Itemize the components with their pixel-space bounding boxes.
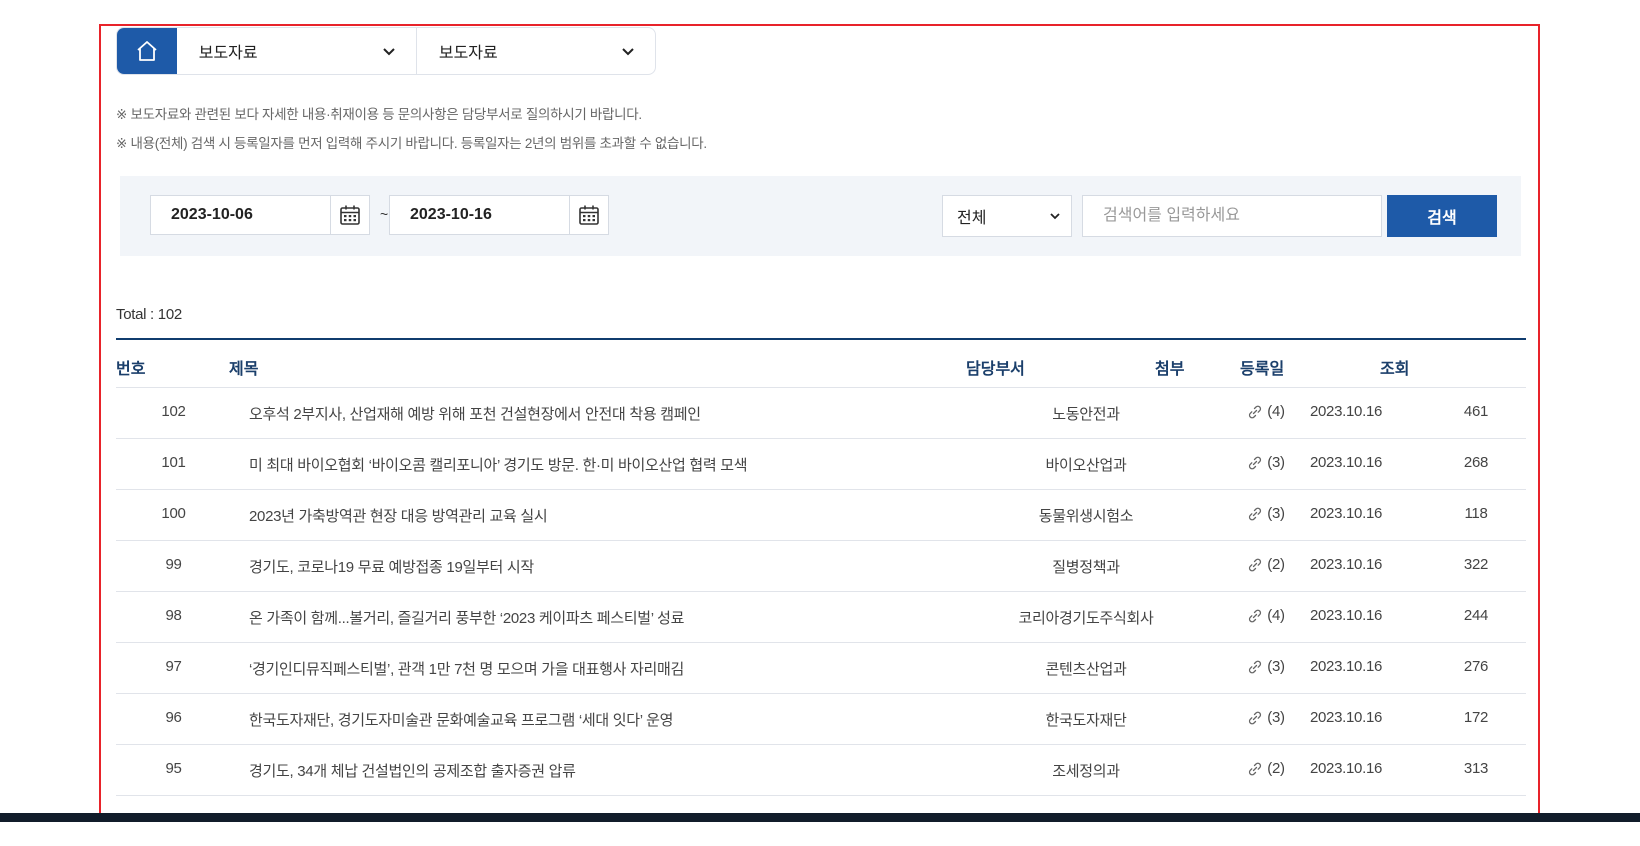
row-views: 461: [1463, 403, 1489, 420]
row-number: 96: [165, 709, 182, 726]
search-button[interactable]: 검색: [1387, 195, 1497, 237]
header-attach: 첨부: [1155, 361, 1185, 378]
row-title-link[interactable]: 경기도, 34개 체납 건설법인의 공제조합 출자증권 압류: [249, 760, 576, 781]
start-date-field[interactable]: 2023-10-06: [150, 195, 370, 235]
table-row[interactable]: 98 온 가족이 함께...볼거리, 즐길거리 풍부한 ‘2023 케이파츠 페스…: [116, 592, 1526, 643]
row-department: 질병정책과: [1052, 559, 1120, 576]
table-header: 번호 제목 담당부서 첨부 등록일 조회: [116, 338, 1526, 388]
header-date: 등록일: [1240, 361, 1285, 378]
header-no: 번호: [116, 361, 146, 378]
breadcrumb: 보도자료 보도자료: [116, 27, 656, 75]
row-views: 313: [1463, 760, 1489, 777]
row-department: 조세정의과: [1052, 763, 1120, 780]
row-number: 95: [165, 760, 182, 777]
row-title-link[interactable]: 2023년 가축방역관 현장 대응 방역관리 교육 실시: [249, 505, 548, 526]
table-row[interactable]: 96 한국도자재단, 경기도자미술관 문화예술교육 프로그램 ‘세대 잇다’ 운영…: [116, 694, 1526, 745]
row-title-link[interactable]: 미 최대 바이오협회 ‘바이오콤 캘리포니아’ 경기도 방문. 한·미 바이오산…: [249, 454, 748, 475]
breadcrumb-level1-dropdown[interactable]: 보도자료: [177, 28, 416, 74]
table-row[interactable]: 95 경기도, 34개 체납 건설법인의 공제조합 출자증권 압류 조세정의과 (2)…: [116, 745, 1526, 796]
table-row[interactable]: 99 경기도, 코로나19 무료 예방접종 19일부터 시작 질병정책과 (2) 202…: [116, 541, 1526, 592]
highlight-frame: 보도자료 보도자료 ※ 보도자료와 관련된 보다 자세한 내용·취재이용 등 문…: [99, 24, 1540, 820]
search-scope-value: 전체: [957, 210, 987, 227]
calendar-icon: [340, 205, 360, 225]
table-row[interactable]: 100 2023년 가축방역관 현장 대응 방역관리 교육 실시 동물위생시험소 (3…: [116, 490, 1526, 541]
row-title-link[interactable]: 경기도, 코로나19 무료 예방접종 19일부터 시작: [249, 556, 534, 577]
attachment-link-icon: [1249, 405, 1262, 418]
row-title-link[interactable]: ‘경기인디뮤직페스티벌’, 관객 1만 7천 명 모으며 가을 대표행사 자리매…: [249, 658, 684, 679]
row-date: 2023.10.16: [1309, 658, 1383, 675]
search-panel: 2023-10-06 ~ 2023-10-16 전체 검색어를 입력하세요 검색: [120, 176, 1521, 256]
attachment-link-icon: [1249, 609, 1262, 622]
row-number: 97: [165, 658, 182, 675]
total-count: Total : 102: [116, 306, 182, 323]
breadcrumb-level2-label: 보도자료: [438, 45, 498, 62]
end-date-calendar-button[interactable]: [569, 196, 608, 234]
row-department: 노동안전과: [1052, 406, 1120, 423]
attachment-link-icon: [1249, 762, 1262, 775]
row-number: 100: [161, 505, 186, 522]
attachment-link-icon: [1249, 507, 1262, 520]
attachment-link-icon: [1249, 660, 1262, 673]
chevron-down-icon: [1050, 213, 1060, 220]
search-scope-select[interactable]: 전체: [942, 195, 1072, 237]
header-views: 조회: [1380, 361, 1410, 378]
row-number: 98: [165, 607, 182, 624]
row-title-link[interactable]: 오후석 2부지사, 산업재해 예방 위해 포천 건설현장에서 안전대 착용 캠페…: [249, 403, 701, 424]
chevron-down-icon: [622, 48, 634, 56]
table-body: 102 오후석 2부지사, 산업재해 예방 위해 포천 건설현장에서 안전대 착용…: [116, 388, 1526, 818]
row-department: 한국도자재단: [1045, 712, 1127, 729]
search-input[interactable]: [1082, 195, 1382, 237]
attachment-link-icon: [1249, 558, 1262, 571]
notice-inquiry: ※ 보도자료와 관련된 보다 자세한 내용·취재이용 등 문의사항은 담당부서로…: [116, 107, 642, 122]
row-date: 2023.10.16: [1309, 403, 1383, 420]
press-release-table: 번호 제목 담당부서 첨부 등록일 조회 102 오후석 2부지사, 산업재해 예…: [116, 338, 1526, 818]
date-range-separator: ~: [380, 206, 389, 222]
row-department: 동물위생시험소: [1038, 508, 1134, 525]
table-row[interactable]: 97 ‘경기인디뮤직페스티벌’, 관객 1만 7천 명 모으며 가을 대표행사 자…: [116, 643, 1526, 694]
header-title: 제목: [229, 361, 259, 378]
attachment-link-icon: [1249, 456, 1262, 469]
chevron-down-icon: [383, 48, 395, 56]
row-views: 276: [1463, 658, 1489, 675]
end-date-field[interactable]: 2023-10-16: [389, 195, 609, 235]
row-department: 바이오산업과: [1045, 457, 1127, 474]
table-row[interactable]: 101 미 최대 바이오협회 ‘바이오콤 캘리포니아’ 경기도 방문. 한·미 바…: [116, 439, 1526, 490]
breadcrumb-level2-dropdown[interactable]: 보도자료: [415, 28, 655, 74]
home-button[interactable]: [117, 28, 177, 74]
end-date-value: 2023-10-16: [410, 206, 492, 223]
calendar-icon: [579, 205, 599, 225]
header-dept: 담당부서: [966, 361, 1025, 378]
attachment-link-icon: [1249, 711, 1262, 724]
start-date-calendar-button[interactable]: [330, 196, 369, 234]
row-title-link[interactable]: 온 가족이 함께...볼거리, 즐길거리 풍부한 ‘2023 케이파츠 페스티벌…: [249, 607, 684, 628]
row-date: 2023.10.16: [1309, 556, 1383, 573]
notice-date-range: ※ 내용(전체) 검색 시 등록일자를 먼저 입력해 주시기 바랍니다. 등록일…: [116, 136, 707, 151]
start-date-value: 2023-10-06: [171, 206, 253, 223]
row-date: 2023.10.16: [1309, 607, 1383, 624]
row-number: 99: [165, 556, 182, 573]
row-number: 101: [161, 454, 186, 471]
row-title-link[interactable]: 한국도자재단, 경기도자미술관 문화예술교육 프로그램 ‘세대 잇다’ 운영: [249, 709, 673, 730]
row-date: 2023.10.16: [1309, 454, 1383, 471]
row-views: 322: [1463, 556, 1489, 573]
breadcrumb-level1-label: 보도자료: [198, 45, 258, 62]
row-views: 268: [1463, 454, 1489, 471]
row-department: 코리아경기도주식회사: [1018, 610, 1154, 627]
row-views: 244: [1463, 607, 1489, 624]
row-date: 2023.10.16: [1309, 505, 1383, 522]
row-number: 102: [161, 403, 186, 420]
table-row[interactable]: 102 오후석 2부지사, 산업재해 예방 위해 포천 건설현장에서 안전대 착용…: [116, 388, 1526, 439]
home-icon: [137, 41, 157, 61]
bottom-blank-strip: [0, 822, 1640, 846]
row-department: 콘텐츠산업과: [1045, 661, 1127, 678]
row-views: 172: [1463, 709, 1489, 726]
row-date: 2023.10.16: [1309, 760, 1383, 777]
row-views: 118: [1464, 505, 1488, 522]
row-date: 2023.10.16: [1309, 709, 1383, 726]
